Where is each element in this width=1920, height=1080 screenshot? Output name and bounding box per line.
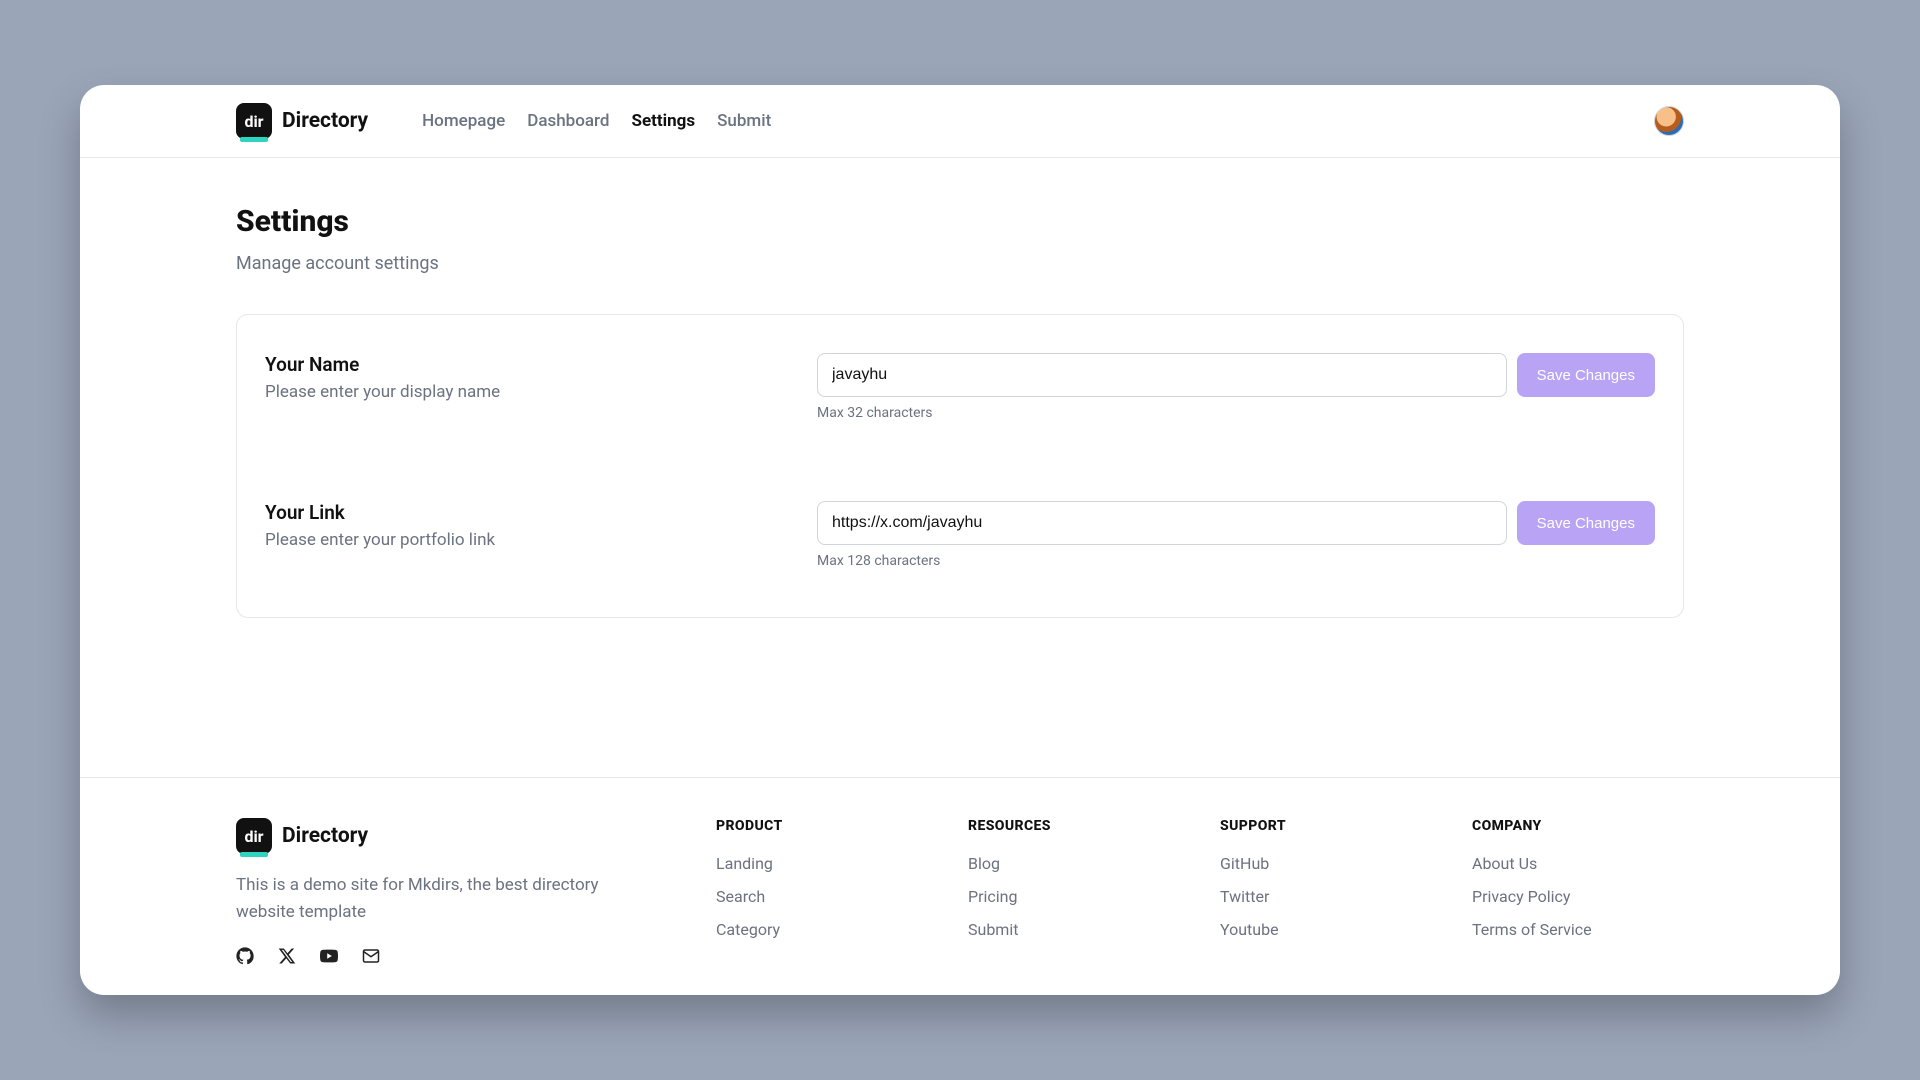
brand-logo[interactable]: dir Directory (236, 103, 368, 139)
link-input[interactable] (817, 501, 1507, 545)
x-twitter-icon[interactable] (278, 947, 296, 965)
footer-link[interactable]: Twitter (1220, 887, 1432, 906)
footer-link[interactable]: Pricing (968, 887, 1180, 906)
topbar: dir Directory Homepage Dashboard Setting… (80, 85, 1840, 158)
footer-link[interactable]: Category (716, 920, 928, 939)
settings-card: Your Name Please enter your display name… (236, 314, 1684, 618)
youtube-icon[interactable] (320, 947, 338, 965)
name-input[interactable] (817, 353, 1507, 397)
setting-row-name: Your Name Please enter your display name… (265, 343, 1655, 471)
footer-brand[interactable]: dir Directory (236, 818, 656, 854)
footer-col-product: PRODUCT Landing Search Category (716, 818, 928, 965)
footer-col-company: COMPANY About Us Privacy Policy Terms of… (1472, 818, 1684, 965)
footer-heading: SUPPORT (1220, 818, 1432, 834)
footer-link[interactable]: Blog (968, 854, 1180, 873)
main-nav: Homepage Dashboard Settings Submit (422, 111, 771, 131)
save-name-button[interactable]: Save Changes (1517, 353, 1655, 397)
brand-badge-icon: dir (236, 103, 272, 139)
nav-settings[interactable]: Settings (631, 111, 695, 131)
footer-heading: RESOURCES (968, 818, 1180, 834)
nav-homepage[interactable]: Homepage (422, 111, 505, 131)
name-help: Please enter your display name (265, 382, 785, 402)
social-links (236, 947, 656, 965)
footer-col-resources: RESOURCES Blog Pricing Submit (968, 818, 1180, 965)
nav-dashboard[interactable]: Dashboard (527, 111, 609, 131)
footer-link[interactable]: Search (716, 887, 928, 906)
footer-link[interactable]: About Us (1472, 854, 1684, 873)
footer-link[interactable]: GitHub (1220, 854, 1432, 873)
content: Settings Manage account settings Your Na… (80, 158, 1840, 777)
footer-link[interactable]: Landing (716, 854, 928, 873)
nav-submit[interactable]: Submit (717, 111, 771, 131)
footer-heading: PRODUCT (716, 818, 928, 834)
mail-icon[interactable] (362, 947, 380, 965)
footer: dir Directory This is a demo site for Mk… (80, 777, 1840, 995)
footer-link[interactable]: Privacy Policy (1472, 887, 1684, 906)
footer-link[interactable]: Terms of Service (1472, 920, 1684, 939)
footer-col-support: SUPPORT GitHub Twitter Youtube (1220, 818, 1432, 965)
page-subtitle: Manage account settings (236, 253, 1684, 274)
name-label: Your Name (265, 353, 785, 376)
footer-heading: COMPANY (1472, 818, 1684, 834)
footer-link[interactable]: Youtube (1220, 920, 1432, 939)
user-avatar[interactable] (1654, 106, 1684, 136)
link-help: Please enter your portfolio link (265, 530, 785, 550)
link-hint: Max 128 characters (817, 553, 1655, 569)
page-title: Settings (236, 204, 1684, 239)
app-window: dir Directory Homepage Dashboard Setting… (80, 85, 1840, 995)
footer-brand-badge-icon: dir (236, 818, 272, 854)
footer-link[interactable]: Submit (968, 920, 1180, 939)
link-label: Your Link (265, 501, 785, 524)
footer-columns: PRODUCT Landing Search Category RESOURCE… (716, 818, 1684, 965)
brand-name: Directory (282, 109, 368, 133)
github-icon[interactable] (236, 947, 254, 965)
save-link-button[interactable]: Save Changes (1517, 501, 1655, 545)
name-hint: Max 32 characters (817, 405, 1655, 421)
footer-brand-name: Directory (282, 824, 368, 848)
setting-row-link: Your Link Please enter your portfolio li… (265, 471, 1655, 589)
footer-description: This is a demo site for Mkdirs, the best… (236, 872, 656, 925)
